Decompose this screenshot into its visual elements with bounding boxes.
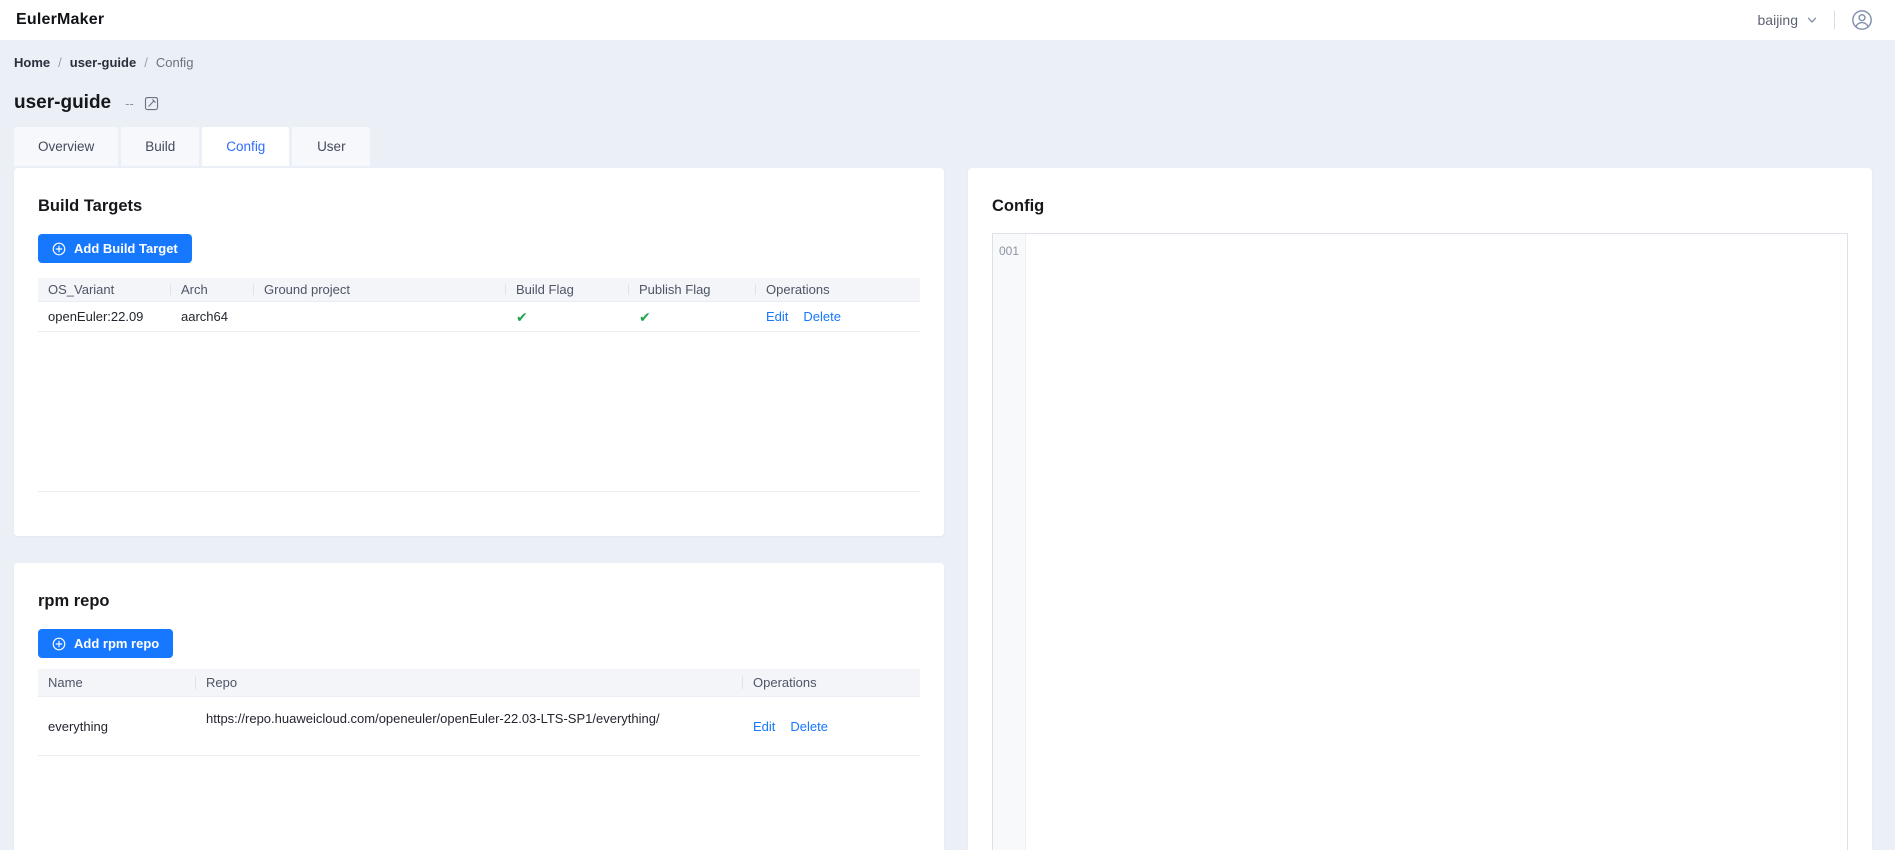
build-target-edit-link[interactable]: Edit bbox=[766, 309, 788, 324]
rpm-repo-delete-link[interactable]: Delete bbox=[790, 719, 828, 734]
add-build-target-label: Add Build Target bbox=[74, 241, 178, 256]
build-target-delete-link[interactable]: Delete bbox=[803, 309, 841, 324]
config-card: Config 001 bbox=[968, 168, 1872, 850]
tab-user[interactable]: User bbox=[292, 127, 370, 166]
header-divider bbox=[1834, 11, 1835, 29]
cell-arch: aarch64 bbox=[171, 302, 254, 331]
header-right: baijing bbox=[1758, 9, 1873, 31]
column-header-os-variant: OS_Variant bbox=[38, 278, 171, 301]
build-targets-table: OS_Variant Arch Ground project Build Fla… bbox=[38, 278, 920, 492]
build-target-table-row: openEuler:22.09 aarch64 ✔ ✔ Edit Delete bbox=[38, 302, 920, 332]
breadcrumb-separator: / bbox=[144, 55, 148, 70]
rpm-repo-table: Name Repo Operations everything https://… bbox=[38, 669, 920, 756]
rpm-repo-edit-link[interactable]: Edit bbox=[753, 719, 775, 734]
column-header-publish-flag: Publish Flag bbox=[629, 278, 756, 301]
cell-repo-name: everything bbox=[38, 697, 196, 755]
rpm-repo-table-row: everything https://repo.huaweicloud.com/… bbox=[38, 697, 920, 756]
build-flag-check-icon: ✔ bbox=[516, 310, 528, 324]
breadcrumb-user-guide[interactable]: user-guide bbox=[70, 55, 136, 70]
user-avatar-icon[interactable] bbox=[1851, 9, 1873, 31]
title-row: user-guide -- bbox=[14, 90, 1872, 116]
editor-line-number-gutter: 001 bbox=[993, 234, 1026, 850]
build-targets-card: Build Targets Add Build Target OS_Varian… bbox=[14, 168, 944, 536]
plus-circle-icon bbox=[52, 242, 66, 256]
add-rpm-repo-label: Add rpm repo bbox=[74, 636, 159, 651]
chevron-down-icon[interactable] bbox=[1806, 14, 1818, 26]
breadcrumb-config: Config bbox=[156, 55, 194, 70]
tab-bar: Overview Build Config User bbox=[14, 127, 1872, 166]
edit-description-icon[interactable] bbox=[144, 96, 159, 111]
page-subtitle: -- bbox=[125, 96, 134, 111]
editor-text-area[interactable] bbox=[1026, 234, 1847, 850]
rpm-repo-table-header: Name Repo Operations bbox=[38, 669, 920, 697]
rpm-repo-card: rpm repo Add rpm repo Name Repo Opera bbox=[14, 563, 944, 850]
publish-flag-check-icon: ✔ bbox=[639, 310, 651, 324]
config-code-editor[interactable]: 001 bbox=[992, 233, 1848, 850]
build-targets-empty-area bbox=[38, 332, 920, 492]
column-header-repo: Repo bbox=[196, 669, 743, 696]
column-header-build-flag: Build Flag bbox=[506, 278, 629, 301]
breadcrumb-home[interactable]: Home bbox=[14, 55, 50, 70]
rpm-repo-title: rpm repo bbox=[38, 590, 920, 612]
breadcrumb: Home / user-guide / Config bbox=[14, 54, 1872, 70]
config-title: Config bbox=[992, 195, 1848, 217]
page-title: user-guide bbox=[14, 92, 111, 114]
build-targets-title: Build Targets bbox=[38, 195, 920, 217]
column-header-ground-project: Ground project bbox=[254, 278, 506, 301]
column-header-operations: Operations bbox=[743, 669, 920, 696]
build-targets-table-header: OS_Variant Arch Ground project Build Fla… bbox=[38, 278, 920, 302]
column-header-name: Name bbox=[38, 669, 196, 696]
tab-overview[interactable]: Overview bbox=[14, 127, 118, 166]
app-logo[interactable]: EulerMaker bbox=[16, 11, 104, 29]
plus-circle-icon bbox=[52, 637, 66, 651]
tab-config[interactable]: Config bbox=[202, 127, 289, 166]
tab-build[interactable]: Build bbox=[121, 127, 199, 166]
add-build-target-button[interactable]: Add Build Target bbox=[38, 234, 192, 263]
cell-os-variant: openEuler:22.09 bbox=[38, 302, 171, 331]
column-header-arch: Arch bbox=[171, 278, 254, 301]
cell-ground-project bbox=[254, 302, 506, 331]
app-header: EulerMaker baijing bbox=[0, 0, 1895, 40]
column-header-operations: Operations bbox=[756, 278, 920, 301]
breadcrumb-separator: / bbox=[58, 55, 62, 70]
add-rpm-repo-button[interactable]: Add rpm repo bbox=[38, 629, 173, 658]
line-number: 001 bbox=[993, 241, 1025, 261]
username-dropdown[interactable]: baijing bbox=[1758, 12, 1798, 28]
cell-repo-url: https://repo.huaweicloud.com/openeuler/o… bbox=[206, 711, 660, 726]
